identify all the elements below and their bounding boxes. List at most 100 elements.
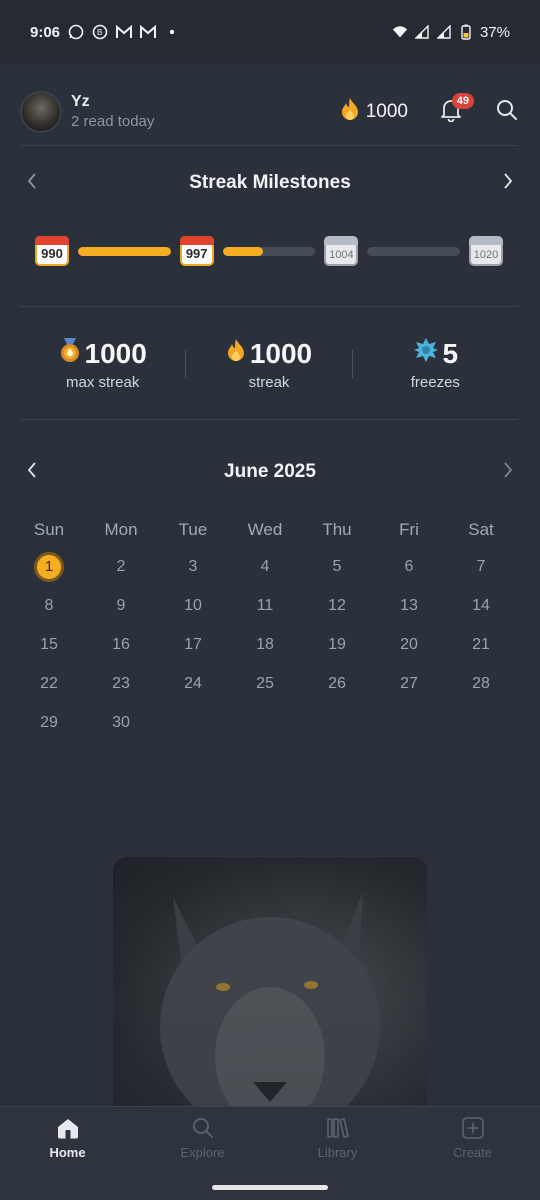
calendar-grid: Sun Mon Tue Wed Thu Fri Sat 1 2 3 4 5 6 7 8 9 10 11 12 13 14…: [13, 512, 517, 742]
search-icon: [192, 1117, 214, 1142]
calendar-day[interactable]: 26: [301, 664, 373, 703]
whatsapp-business-icon: B: [92, 24, 108, 40]
weekday-header: Sun: [33, 519, 65, 539]
nav-explore[interactable]: Explore: [135, 1107, 270, 1169]
calendar-day-number: 11: [256, 596, 274, 614]
calendar-day[interactable]: 2: [85, 547, 157, 586]
app-header: Yz 2 read today 1000 49: [20, 90, 520, 134]
milestone-progress-fill: [222, 246, 263, 256]
calendar-day[interactable]: 27: [373, 664, 445, 703]
calendar-day-number: 24: [184, 674, 202, 692]
calendar-day[interactable]: 3: [157, 547, 229, 586]
weekday-header: Tue: [178, 519, 208, 539]
username: Yz: [71, 93, 90, 110]
calendar-next-button[interactable]: [496, 460, 520, 484]
avatar[interactable]: [20, 91, 62, 133]
read-today-text: 2 read today: [71, 113, 155, 130]
calendar-day[interactable]: 14: [445, 586, 517, 625]
calendar-day[interactable]: 9: [85, 586, 157, 625]
milestones-prev-button[interactable]: [20, 171, 44, 195]
calendar-day[interactable]: 24: [157, 664, 229, 703]
calendar-day[interactable]: 13: [373, 586, 445, 625]
milestone-progress-fill: [78, 246, 171, 256]
calendar-day[interactable]: 12: [301, 586, 373, 625]
coins-value: 1000: [365, 101, 408, 122]
calendar-day-number: 15: [40, 635, 58, 653]
calendar-day[interactable]: 18: [229, 625, 301, 664]
calendar-day[interactable]: 21: [445, 625, 517, 664]
featured-story-cover[interactable]: [113, 857, 427, 1117]
calendar-day[interactable]: 16: [85, 625, 157, 664]
calendar-day-number: 30: [112, 713, 130, 731]
nav-library-label: Library: [317, 1144, 358, 1160]
status-left: 9:06 B: [30, 24, 180, 41]
calendar-day-number: 9: [116, 596, 126, 614]
milestones-track: 990 997 1004 1020: [35, 236, 504, 266]
calendar-day[interactable]: 22: [13, 664, 85, 703]
calendar-day[interactable]: 15: [13, 625, 85, 664]
calendar-day[interactable]: 29: [13, 703, 85, 742]
calendar-day[interactable]: 23: [85, 664, 157, 703]
chevron-right-icon: [502, 461, 514, 484]
nav-create[interactable]: Create: [405, 1107, 540, 1169]
search-icon: [496, 99, 518, 126]
calendar-day-number: 10: [184, 596, 202, 614]
create-icon: [461, 1116, 485, 1142]
calendar-day-number: 8: [44, 596, 54, 614]
calendar-day-number: 20: [400, 635, 418, 653]
dot-icon: [164, 24, 180, 40]
gesture-bar: [212, 1185, 328, 1190]
milestone-badge: 997: [179, 236, 214, 266]
battery-percent: 37%: [479, 23, 510, 41]
gmail-icon: [116, 24, 133, 40]
streak-value: 1000: [249, 337, 313, 369]
calendar-day[interactable]: 28: [445, 664, 517, 703]
calendar-day[interactable]: 4: [229, 547, 301, 586]
home-icon: [56, 1117, 80, 1142]
calendar-prev-button[interactable]: [20, 460, 44, 484]
calendar-day-number: 17: [184, 635, 202, 653]
wifi-icon: [392, 24, 408, 40]
milestones-next-button[interactable]: [496, 171, 520, 195]
search-button[interactable]: [494, 99, 520, 125]
calendar-day[interactable]: 19: [301, 625, 373, 664]
calendar-day-number: 7: [476, 557, 486, 575]
weekday-header: Sat: [468, 519, 494, 539]
calendar-day[interactable]: 10: [157, 586, 229, 625]
calendar-day-today[interactable]: 1: [13, 547, 85, 586]
snowflake-icon: [413, 337, 439, 370]
notifications-button[interactable]: 49: [438, 93, 474, 125]
calendar-day[interactable]: 5: [301, 547, 373, 586]
calendar-day[interactable]: 20: [373, 625, 445, 664]
gmail-icon: [140, 24, 157, 40]
bottom-navigation: Home Explore Library Create: [0, 1106, 540, 1200]
calendar-day[interactable]: 7: [445, 547, 517, 586]
calendar-day-number: 14: [472, 596, 490, 614]
nav-library[interactable]: Library: [270, 1107, 405, 1169]
wolf-image: [160, 892, 380, 1117]
calendar-day-number: 28: [472, 674, 490, 692]
calendar-day[interactable]: 6: [373, 547, 445, 586]
weekday-header: Wed: [247, 519, 283, 539]
calendar-day[interactable]: 30: [85, 703, 157, 742]
calendar-day[interactable]: 17: [157, 625, 229, 664]
nav-home[interactable]: Home: [0, 1107, 135, 1169]
milestone-progress-bar: [367, 246, 461, 256]
flame-icon: [340, 97, 360, 127]
nav-home-label: Home: [49, 1144, 86, 1160]
coins-counter[interactable]: 1000: [340, 97, 408, 127]
streak-stat: 1000 streak: [186, 337, 351, 391]
divider: [20, 145, 518, 146]
divider: [20, 419, 518, 420]
calendar-day[interactable]: 11: [229, 586, 301, 625]
nav-create-label: Create: [452, 1144, 493, 1160]
battery-icon: [458, 24, 474, 40]
calendar-day[interactable]: 8: [13, 586, 85, 625]
whatsapp-icon: [68, 24, 84, 40]
streak-stats: 1000 max streak 1000 streak 5 freezes: [20, 333, 518, 395]
user-info: Yz 2 read today: [71, 92, 154, 132]
milestone-progress-bar: [78, 246, 171, 256]
streak-label: streak: [248, 374, 290, 391]
calendar-day[interactable]: 25: [229, 664, 301, 703]
calendar-day-number: 25: [256, 674, 274, 692]
